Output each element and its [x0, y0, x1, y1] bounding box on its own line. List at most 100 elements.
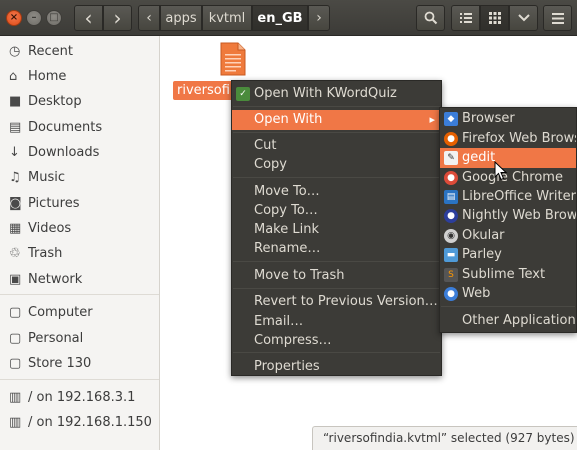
menu-item-label: Okular: [462, 228, 505, 243]
submenu-item-firefox[interactable]: ● Firefox Web Browser: [440, 129, 576, 149]
menu-item-label: Revert to Previous Version…: [254, 294, 438, 309]
breadcrumb-label: kvtml: [208, 10, 246, 26]
file-name-label[interactable]: riversofir: [173, 81, 235, 100]
menu-item-revert[interactable]: Revert to Previous Version…: [232, 292, 441, 312]
path-scroll-left-button[interactable]: ‹: [138, 5, 160, 31]
menu-separator: [233, 177, 440, 178]
sidebar-item-desktop[interactable]: ■ Desktop: [0, 89, 159, 113]
sidebar-item-home[interactable]: ⌂ Home: [0, 64, 159, 88]
submenu-item-google-chrome[interactable]: ● Google Chrome: [440, 168, 576, 188]
menu-item-label: Properties: [254, 359, 320, 374]
menu-separator: [233, 106, 440, 107]
kvtml-file-icon[interactable]: [220, 42, 246, 76]
sidebar-item-label: Home: [28, 68, 67, 84]
path-scroll-right-button[interactable]: ›: [308, 5, 330, 31]
network-icon: ▣: [9, 271, 22, 287]
app-menu-button[interactable]: [543, 5, 572, 31]
submenu-item-web[interactable]: ● Web: [440, 284, 576, 304]
menu-item-copy-to[interactable]: Copy To…: [232, 201, 441, 221]
chevron-right-icon: ›: [113, 6, 122, 30]
chevron-right-icon: ›: [316, 10, 322, 26]
places-sidebar: ◷ Recent ⌂ Home ■ Desktop ▤ Documents ↓ Downl…: [0, 36, 160, 450]
sidebar-item-recent[interactable]: ◷ Recent: [0, 39, 159, 63]
menu-separator: [441, 306, 575, 307]
sidebar-item-label: Recent: [28, 43, 73, 59]
menu-item-compress[interactable]: Compress…: [232, 331, 441, 351]
sidebar-item-network[interactable]: ▣ Network: [0, 267, 159, 291]
menu-item-move-to[interactable]: Move To…: [232, 182, 441, 202]
menu-item-label: Make Link: [254, 222, 319, 237]
menu-item-make-link[interactable]: Make Link: [232, 220, 441, 240]
sidebar-item-downloads[interactable]: ↓ Downloads: [0, 140, 159, 164]
menu-item-open-with[interactable]: Open With ▸: [232, 110, 441, 130]
back-button[interactable]: ‹: [74, 5, 103, 31]
submenu-item-browser[interactable]: ◆ Browser: [440, 109, 576, 129]
menu-item-label: Compress…: [254, 333, 332, 348]
menu-item-label: Sublime Text: [462, 267, 546, 282]
sidebar-item-pictures[interactable]: ◙ Pictures: [0, 191, 159, 215]
submenu-item-okular[interactable]: ◉ Okular: [440, 226, 576, 246]
close-window-button[interactable]: ×: [6, 10, 22, 26]
menu-item-label: Open With KWordQuiz: [254, 86, 397, 101]
gedit-icon: ✎: [444, 151, 458, 165]
sidebar-item-trash[interactable]: ♲ Trash: [0, 241, 159, 265]
chevron-left-icon: ‹: [146, 10, 152, 26]
sidebar-item-store-130[interactable]: ▢ Store 130: [0, 351, 159, 375]
sidebar-item-label: Store 130: [28, 355, 92, 371]
grid-view-button[interactable]: [480, 5, 509, 31]
writer-icon: ▤: [444, 190, 458, 204]
sidebar-divider: [0, 379, 159, 380]
view-options-button[interactable]: [509, 5, 538, 31]
document-icon: ▤: [9, 119, 22, 135]
sidebar-item-label: Computer: [28, 304, 93, 320]
chrome-icon: ●: [444, 171, 458, 185]
menu-item-label: Open With: [254, 112, 323, 127]
sidebar-item-label: Downloads: [28, 144, 100, 160]
selection-status-bar: “riversofindia.kvtml” selected (927 byte…: [312, 426, 577, 450]
submenu-item-parley[interactable]: ▬ Parley: [440, 245, 576, 265]
menu-item-label: Copy: [254, 157, 287, 172]
maximize-window-button[interactable]: □: [46, 10, 62, 26]
menu-item-open-with-kwordquiz[interactable]: ✓ Open With KWordQuiz: [232, 84, 441, 104]
breadcrumb-apps[interactable]: apps: [160, 5, 202, 31]
submenu-item-gedit[interactable]: ✎ gedit: [440, 148, 576, 168]
menu-item-email[interactable]: Email…: [232, 312, 441, 332]
forward-button[interactable]: ›: [103, 5, 132, 31]
okular-icon: ◉: [444, 229, 458, 243]
menu-item-label: Firefox Web Browser: [462, 131, 576, 146]
sidebar-item-network-share-1[interactable]: ▥ / on 192.168.3.1: [0, 385, 159, 409]
search-button[interactable]: [416, 5, 445, 31]
submenu-item-sublime-text[interactable]: S Sublime Text: [440, 265, 576, 285]
mouse-pointer-icon: [494, 161, 508, 181]
menu-item-label: Cut: [254, 138, 277, 153]
sidebar-item-label: Pictures: [28, 195, 80, 211]
breadcrumb-en-gb[interactable]: en_GB: [252, 5, 308, 31]
minimize-window-button[interactable]: –: [26, 10, 42, 26]
camera-icon: ◙: [9, 195, 22, 211]
browser-icon: ◆: [444, 112, 458, 126]
menu-item-properties[interactable]: Properties: [232, 357, 441, 377]
menu-item-copy[interactable]: Copy: [232, 155, 441, 175]
sublime-icon: S: [444, 268, 458, 282]
sidebar-item-documents[interactable]: ▤ Documents: [0, 115, 159, 139]
menu-item-label: Nightly Web Browser: [462, 208, 577, 223]
sidebar-item-computer[interactable]: ▢ Computer: [0, 300, 159, 324]
submenu-item-other-application[interactable]: Other Application…: [440, 311, 576, 331]
submenu-item-nightly[interactable]: ● Nightly Web Browser: [440, 206, 576, 226]
menu-item-label: Google Chrome: [462, 170, 563, 185]
submenu-item-libreoffice-writer[interactable]: ▤ LibreOffice Writer: [440, 187, 576, 207]
sidebar-item-personal[interactable]: ▢ Personal: [0, 326, 159, 350]
menu-item-rename[interactable]: Rename…: [232, 239, 441, 259]
breadcrumb-label: apps: [165, 10, 197, 26]
close-icon: ×: [9, 12, 19, 23]
sidebar-item-videos[interactable]: ▦ Videos: [0, 216, 159, 240]
sidebar-item-network-share-2[interactable]: ▥ / on 192.168.1.150: [0, 410, 159, 434]
drive-icon: ▢: [9, 304, 22, 320]
menu-item-move-to-trash[interactable]: Move to Trash: [232, 266, 441, 286]
list-view-button[interactable]: [451, 5, 480, 31]
breadcrumb-kvtml[interactable]: kvtml: [202, 5, 252, 31]
sidebar-item-music[interactable]: ♫ Music: [0, 165, 159, 189]
minimize-icon: –: [31, 12, 37, 23]
menu-item-cut[interactable]: Cut: [232, 136, 441, 156]
chevron-down-icon: [517, 14, 530, 22]
